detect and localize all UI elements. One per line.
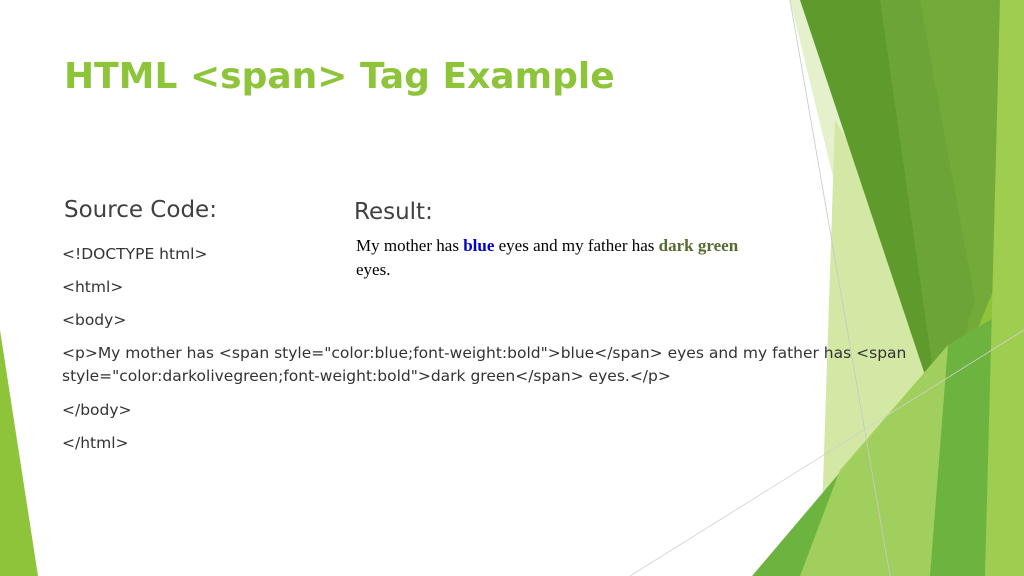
rendered-result: My mother has blue eyes and my father ha… (356, 234, 756, 282)
result-text-part: eyes and my father has (494, 236, 659, 255)
result-heading: Result: (354, 199, 433, 225)
slide: HTML <span> Tag Example Source Code: Res… (0, 0, 1024, 576)
code-line-html-close: </html> (62, 434, 129, 452)
code-line-body-close: </body> (62, 401, 132, 419)
slide-title: HTML <span> Tag Example (64, 56, 615, 97)
result-highlight-blue: blue (463, 236, 495, 255)
source-code-heading: Source Code: (64, 197, 217, 223)
result-text-part: eyes. (356, 260, 391, 279)
code-line-paragraph: <p>My mother has <span style="color:blue… (62, 344, 912, 385)
result-text-part: My mother has (356, 236, 464, 255)
code-line-body-open: <body> (62, 311, 127, 329)
left-accent-shape (0, 330, 38, 576)
result-highlight-green: dark green (658, 236, 739, 255)
